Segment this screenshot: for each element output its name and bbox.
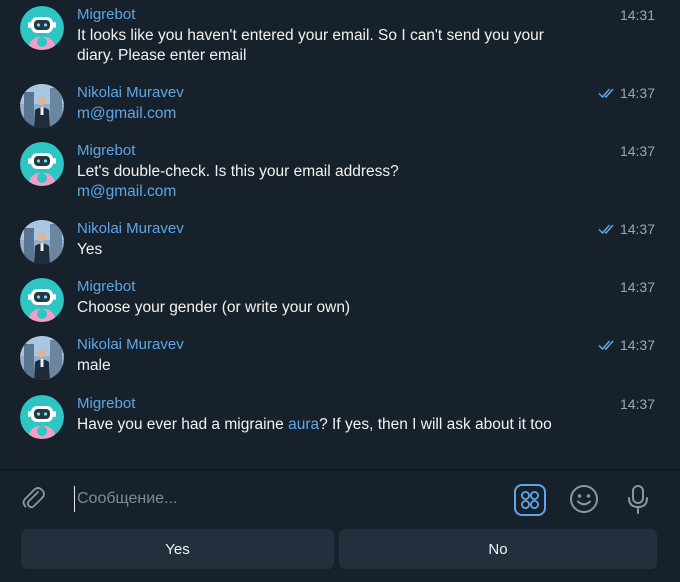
- robot-icon: [20, 142, 64, 186]
- author-name[interactable]: Nikolai Muravev: [77, 84, 184, 102]
- aura-link[interactable]: aura: [288, 416, 319, 433]
- keyboard-button-yes[interactable]: Yes: [21, 529, 334, 569]
- text-line: male: [77, 357, 111, 374]
- message-text: m@gmail.com: [77, 104, 637, 124]
- author-name[interactable]: Nikolai Muravev: [77, 220, 184, 238]
- message-time: 14:37: [598, 336, 655, 354]
- message-text: male: [77, 356, 637, 376]
- bot-commands-icon[interactable]: [514, 484, 546, 516]
- user-avatar[interactable]: [20, 84, 64, 128]
- author-name[interactable]: Migrebot: [77, 395, 135, 413]
- message-text: It looks like you haven't entered your e…: [77, 26, 637, 65]
- message-text: Have you ever had a migraine aura? If ye…: [77, 415, 637, 435]
- bot-avatar[interactable]: [20, 142, 64, 186]
- user-avatar[interactable]: [20, 336, 64, 380]
- author-name[interactable]: Migrebot: [77, 142, 135, 160]
- email-link[interactable]: m@gmail.com: [77, 104, 637, 124]
- double-check-icon: [598, 339, 616, 351]
- text-line: Yes: [77, 241, 103, 258]
- message-text: Yes: [77, 240, 637, 260]
- bot-avatar[interactable]: [20, 6, 64, 50]
- time-label: 14:37: [619, 85, 655, 101]
- message-time: 14:37: [620, 395, 655, 413]
- time-label: 14:37: [619, 337, 655, 353]
- message-composer: [0, 469, 680, 526]
- message-time: 14:37: [620, 142, 655, 160]
- author-name[interactable]: Migrebot: [77, 6, 135, 24]
- time-label: 14:37: [619, 221, 655, 237]
- user-avatar[interactable]: [20, 220, 64, 264]
- robot-icon: [20, 278, 64, 322]
- user-photo-icon: [20, 220, 64, 264]
- paperclip-icon[interactable]: [19, 484, 47, 512]
- robot-icon: [20, 395, 64, 439]
- time-label: 14:37: [619, 279, 655, 295]
- double-check-icon: [598, 87, 616, 99]
- message-time: 14:37: [598, 220, 655, 238]
- text-segment: ? If yes, then I will ask about it too: [319, 416, 552, 433]
- text-line: Have you ever had a migraine aura? If ye…: [77, 415, 637, 435]
- text-line: Let's double-check. Is this your email a…: [77, 163, 399, 180]
- text-line: diary. Please enter email: [77, 46, 247, 64]
- message-text: Choose your gender (or write your own): [77, 298, 637, 318]
- author-name[interactable]: Nikolai Muravev: [77, 336, 184, 354]
- message-time: 14:37: [620, 278, 655, 296]
- time-label: 14:31: [619, 7, 655, 23]
- robot-icon: [20, 6, 64, 50]
- bot-avatar[interactable]: [20, 278, 64, 322]
- text-line: It looks like you haven't entered your e…: [77, 27, 544, 44]
- message-input[interactable]: [74, 486, 499, 512]
- reply-keyboard: Yes No: [0, 526, 680, 582]
- time-label: 14:37: [619, 396, 655, 412]
- message-time: 14:37: [598, 84, 655, 102]
- microphone-icon[interactable]: [624, 483, 652, 515]
- user-photo-icon: [20, 336, 64, 380]
- emoji-icon[interactable]: [568, 483, 600, 515]
- author-name[interactable]: Migrebot: [77, 278, 135, 296]
- chat-history: Migrebot 14:31 It looks like you haven't…: [0, 0, 680, 468]
- user-photo-icon: [20, 84, 64, 128]
- keyboard-button-no[interactable]: No: [339, 529, 657, 569]
- message-time: 14:31: [620, 6, 655, 24]
- text-line: Choose your gender (or write your own): [77, 299, 351, 316]
- email-link[interactable]: m@gmail.com: [77, 182, 637, 202]
- message-text: Let's double-check. Is this your email a…: [77, 162, 637, 201]
- bot-avatar[interactable]: [20, 395, 64, 439]
- text-segment: Have you ever had a migraine: [77, 416, 289, 433]
- time-label: 14:37: [619, 143, 655, 159]
- double-check-icon: [598, 223, 616, 235]
